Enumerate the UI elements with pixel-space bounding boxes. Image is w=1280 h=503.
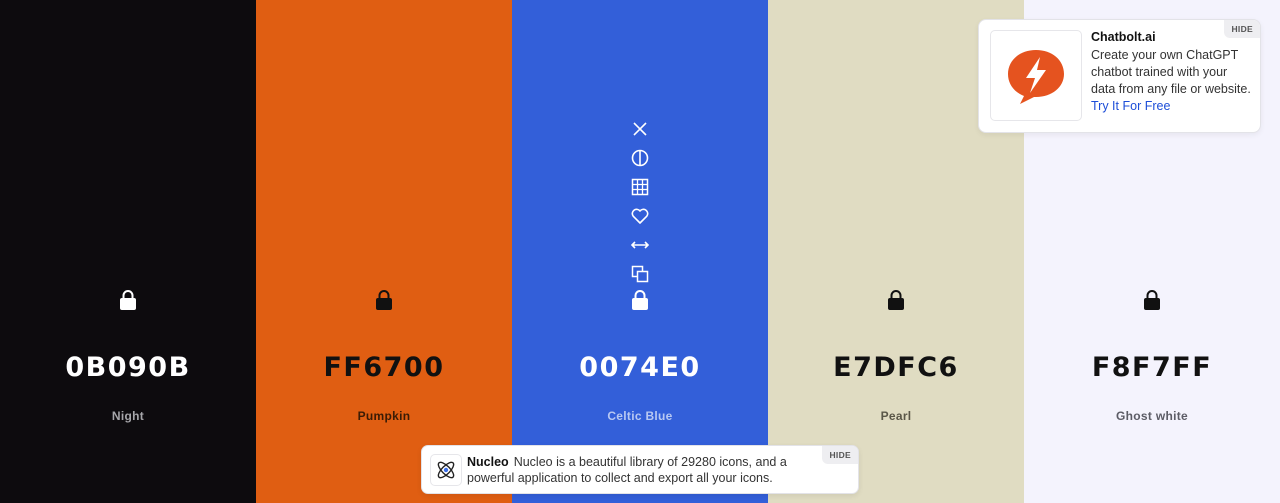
close-icon[interactable] [630,119,650,139]
hide-ad-button[interactable]: HIDE [822,446,858,464]
atom-icon [437,461,455,479]
heart-icon[interactable] [630,206,650,226]
color-name[interactable]: Pumpkin [256,409,512,423]
lightning-bubble-icon [1008,49,1064,104]
lock-icon[interactable] [118,289,138,311]
nucleo-logo[interactable] [430,454,462,486]
lock-icon[interactable] [374,289,394,311]
color-name[interactable]: Celtic Blue [512,409,768,423]
color-hex[interactable]: 0074E0 [512,352,768,383]
color-hex[interactable]: FF6700 [256,352,512,383]
drag-arrows-icon[interactable] [630,235,650,255]
lock-icon[interactable] [1142,289,1162,311]
swatch-toolbar [628,119,652,293]
copy-icon[interactable] [630,264,650,284]
ad-title[interactable]: Chatbolt.ai [1091,30,1156,44]
lock-icon[interactable] [630,289,650,311]
contrast-icon[interactable] [630,148,650,168]
swatch-night[interactable]: 0B090B Night [0,0,256,503]
color-name[interactable]: Pearl [768,409,1024,423]
swatch-pumpkin[interactable]: FF6700 Pumpkin [256,0,512,503]
color-hex[interactable]: F8F7FF [1024,352,1280,383]
color-hex[interactable]: 0B090B [0,352,256,383]
ad-text: Create your own ChatGPT chatbot trained … [1091,48,1251,96]
hide-ad-button[interactable]: HIDE [1224,20,1260,38]
grid-icon[interactable] [630,177,650,197]
nucleo-ad[interactable]: Nucleo Nucleo is a beautiful library of 2… [421,445,859,494]
ad-cta-link[interactable]: Try It For Free [1091,99,1170,113]
ad-title[interactable]: Nucleo [467,455,509,469]
ad-body: Create your own ChatGPT chatbot trained … [1091,47,1251,115]
ad-body: Nucleo Nucleo is a beautiful library of 2… [467,454,817,486]
ad-text: Nucleo is a beautiful library of 29280 i… [467,455,787,485]
lock-icon[interactable] [886,289,906,311]
color-name[interactable]: Ghost white [1024,409,1280,423]
color-hex[interactable]: E7DFC6 [768,352,1024,383]
color-name[interactable]: Night [0,409,256,423]
chatbolt-logo[interactable] [990,30,1082,121]
chatbolt-ad[interactable]: Chatbolt.ai Create your own ChatGPT chat… [978,19,1261,133]
swatch-celtic-blue[interactable]: 0074E0 Celtic Blue [512,0,768,503]
